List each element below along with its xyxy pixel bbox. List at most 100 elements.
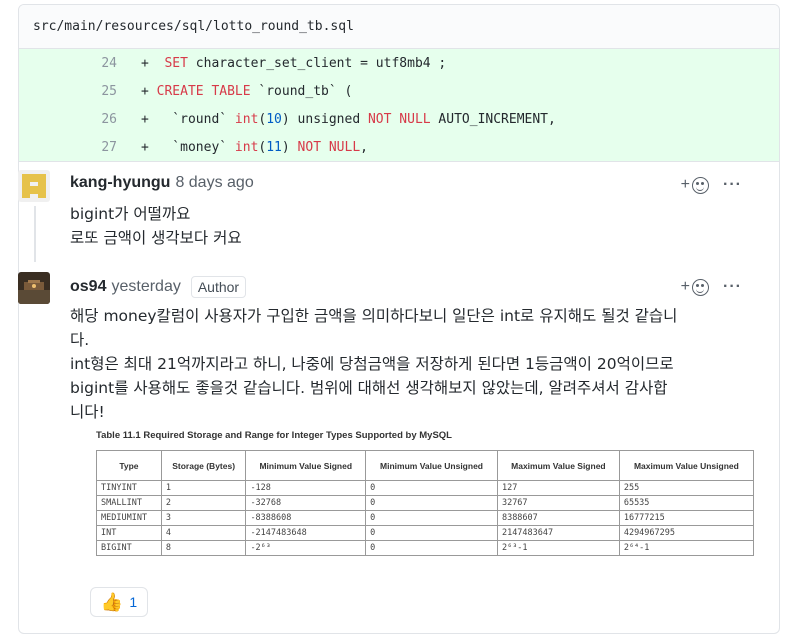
table-cell: 0	[365, 495, 498, 511]
line-number[interactable]: 27	[19, 140, 127, 155]
line-number[interactable]: 25	[19, 84, 127, 99]
mysql-integer-types-table: Type Storage (Bytes) Minimum Value Signed M…	[96, 450, 755, 556]
table-cell: 2147483647	[496, 525, 620, 541]
comment-author[interactable]: kang-hyungu	[70, 174, 170, 192]
comment-author[interactable]: os94	[70, 278, 106, 296]
table-header-cell: Minimum Value Signed	[245, 450, 367, 481]
table-cell: -128	[245, 480, 367, 496]
thumbs-up-reaction-button[interactable]: 👍 1	[90, 587, 148, 617]
table-cell: BIGINT	[96, 540, 162, 556]
table-cell: INT	[96, 525, 162, 541]
comment-line: int형은 최대 21억까지라고 하니, 나중에 당첨금액을 저장하게 된다면 …	[70, 355, 674, 373]
code-text: + `money` int(11) NOT NULL,	[141, 140, 368, 155]
table-row: MEDIUMINT 3 -8388608 0 8388607 16777215	[96, 510, 755, 526]
table-row: SMALLINT 2 -32768 0 32767 65535	[96, 495, 755, 511]
table-cell: 0	[365, 540, 498, 556]
table-cell: 16777215	[618, 510, 755, 526]
table-cell: -2147483648	[245, 525, 367, 541]
comment-line: 니다!	[70, 403, 105, 421]
avatar[interactable]	[18, 170, 50, 202]
code-text: + CREATE TABLE `round_tb` (	[141, 84, 352, 99]
code-token: 11	[266, 139, 282, 155]
comment-line: bigint가 어떨까요	[70, 205, 191, 223]
timeline-connector	[34, 206, 36, 262]
table-cell: -8388608	[245, 510, 367, 526]
table-cell: TINYINT	[96, 480, 162, 496]
code-token: ,	[360, 139, 368, 155]
table-header-cell: Minimum Value Unsigned	[365, 450, 498, 481]
comment-header: kang-hyungu 8 days ago	[70, 174, 254, 192]
comment-actions: + ···	[681, 278, 742, 296]
table-cell: 65535	[618, 495, 755, 511]
table-cell: MEDIUMINT	[96, 510, 162, 526]
line-number[interactable]: 26	[19, 112, 127, 127]
code-token: int	[234, 139, 259, 155]
diff-add-marker: +	[141, 111, 149, 127]
comment-time[interactable]: yesterday	[111, 278, 180, 296]
code-token: character_set_client = utf8mb4 ;	[187, 55, 447, 71]
table-cell: 2	[160, 495, 247, 511]
comment-time[interactable]: 8 days ago	[175, 174, 253, 192]
smiley-icon	[692, 278, 710, 296]
code-token: )	[281, 139, 298, 155]
comment-body: bigint가 어떨까요 로또 금액이 생각보다 커요	[70, 202, 742, 250]
code-text: + `round` int(10) unsigned NOT NULL AUTO…	[141, 112, 556, 127]
code-token: NOT NULL	[297, 139, 361, 155]
line-number[interactable]: 24	[19, 56, 127, 71]
thumbs-up-icon: 👍	[100, 591, 124, 612]
comment-header: os94 yesterday Author	[70, 276, 247, 298]
diff-line[interactable]: 24 + SET character_set_client = utf8mb4 ;	[19, 49, 779, 77]
code-token: `round_tb` (	[250, 83, 353, 99]
table-header-cell: Type	[96, 450, 162, 481]
diff-line[interactable]: 26 + `round` int(10) unsigned NOT NULL AU…	[19, 105, 779, 133]
mysql-table-caption: Table 11.1 Required Storage and Range fo…	[96, 430, 452, 441]
comment-body: 해당 money칼럼이 사용자가 구입한 금액을 의미하다보니 일단은 int로…	[70, 304, 742, 424]
table-row: TINYINT 1 -128 0 127 255	[96, 480, 755, 496]
table-cell: 0	[365, 525, 498, 541]
table-cell: -2⁶³	[245, 540, 367, 556]
file-path[interactable]: src/main/resources/sql/lotto_round_tb.sq…	[33, 19, 354, 34]
table-cell: 255	[618, 480, 755, 496]
diff-line[interactable]: 25 + CREATE TABLE `round_tb` (	[19, 77, 779, 105]
plus-icon: +	[680, 278, 691, 295]
table-cell: 2⁶³-1	[496, 540, 620, 556]
comment-line: 다.	[70, 331, 90, 349]
diff-add-marker: +	[141, 139, 149, 155]
plus-icon: +	[680, 176, 691, 193]
diff-add-marker: +	[141, 83, 149, 99]
code-token: int	[234, 111, 259, 127]
table-cell: 3	[160, 510, 247, 526]
table-header-cell: Maximum Value Unsigned	[618, 450, 755, 481]
smiley-icon	[692, 176, 710, 194]
table-row: BIGINT 8 -2⁶³ 0 2⁶³-1 2⁶⁴-1	[96, 540, 755, 556]
table-cell: 2⁶⁴-1	[618, 540, 755, 556]
comment-line: 로또 금액이 생각보다 커요	[70, 229, 242, 247]
more-options-icon[interactable]: ···	[723, 278, 742, 296]
table-cell: -32768	[245, 495, 367, 511]
table-cell: 0	[365, 480, 498, 496]
table-row: INT 4 -2147483648 0 2147483647 4294967295	[96, 525, 755, 541]
comment-actions: + ···	[681, 176, 742, 194]
table-cell: 8	[160, 540, 247, 556]
more-options-icon[interactable]: ···	[723, 176, 742, 194]
table-cell: 127	[496, 480, 620, 496]
diff-hunk: 24 + SET character_set_client = utf8mb4 ;…	[19, 49, 779, 162]
diff-line[interactable]: 27 + `money` int(11) NOT NULL,	[19, 133, 779, 161]
comment-line: 해당 money칼럼이 사용자가 구입한 금액을 의미하다보니 일단은 int로…	[70, 307, 678, 325]
code-token: CREATE TABLE	[156, 83, 251, 99]
file-path-header[interactable]: src/main/resources/sql/lotto_round_tb.sq…	[19, 5, 779, 49]
add-reaction-button[interactable]: +	[680, 278, 710, 296]
avatar[interactable]	[18, 272, 50, 304]
table-cell: 0	[365, 510, 498, 526]
table-cell: 4	[160, 525, 247, 541]
table-cell: 4294967295	[618, 525, 755, 541]
comment-line: bigint를 사용해도 좋을것 같습니다. 범위에 대해선 생각해보지 않았는…	[70, 379, 668, 397]
table-header-cell: Maximum Value Signed	[496, 450, 620, 481]
add-reaction-button[interactable]: +	[680, 176, 710, 194]
author-badge: Author	[190, 276, 247, 298]
code-token: `round`	[148, 111, 235, 127]
table-cell: 1	[160, 480, 247, 496]
diff-add-marker: +	[141, 55, 149, 71]
